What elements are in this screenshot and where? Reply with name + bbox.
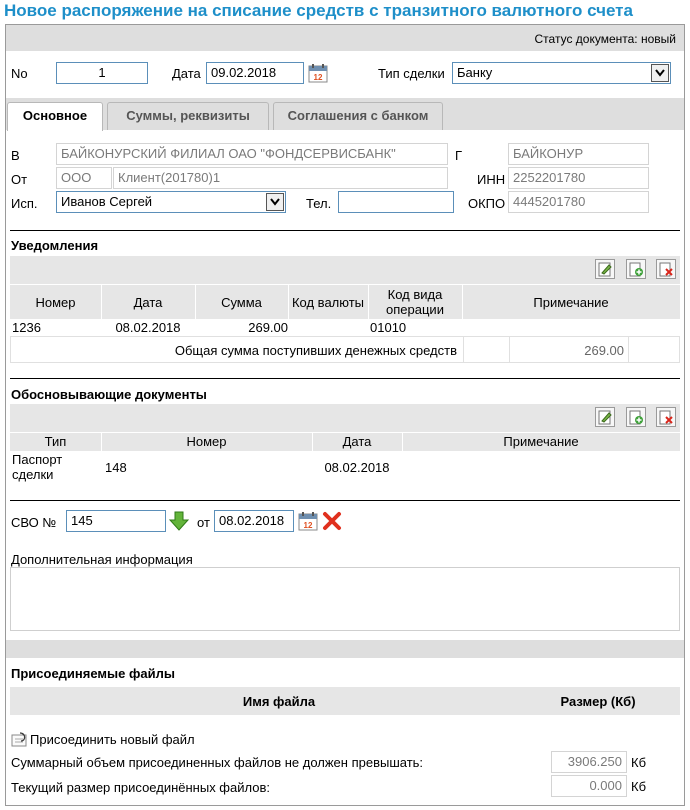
okpo-label: ОКПО [468,196,506,211]
documents-toolbar [10,404,680,432]
tel-input[interactable] [338,191,454,213]
col-number: Номер [35,295,76,310]
svo-from-label: от [197,515,210,530]
page-title: Новое распоряжение на списание средств с… [4,1,633,20]
total-spacer [463,337,509,362]
status-text: Статус документа: новый [534,32,676,46]
client-name-field: Клиент(201780)1 [113,167,448,189]
deal-type-select[interactable]: Банку [452,62,671,84]
arrow-down-icon[interactable] [168,510,190,532]
row-date: 08.02.2018 [115,320,181,335]
col-doc-note: Примечание [503,434,579,449]
notifications-toolbar [10,256,680,284]
current-size-value: 0.000 [551,775,627,797]
row-number: 1236 [12,320,41,335]
files-title: Присоединяемые файлы [11,666,175,681]
executor-select[interactable]: Иванов Сергей [56,191,286,213]
files-header: Имя файла Размер (Кб) [10,687,680,715]
row-op-code: 01010 [370,320,407,335]
additional-info-textarea[interactable] [10,567,680,631]
col-file-size: Размер (Кб) [560,694,636,709]
col-note: Примечание [533,295,609,310]
doc-date: 08.02.2018 [324,460,390,475]
svo-label: СВО № [11,515,57,530]
divider [10,230,680,231]
chevron-down-icon[interactable] [651,64,669,82]
divider [10,378,680,379]
attach-file-link[interactable]: Присоединить новый файл [10,731,240,749]
delete-icon[interactable] [656,407,676,427]
tab-agreements[interactable]: Соглашения с банком [273,102,443,130]
svg-text:12: 12 [304,521,313,530]
totals-row: Общая сумма поступивших денежных средств… [10,336,680,363]
doc-type: Паспорт сделки [12,452,63,482]
bank-label: В [11,148,20,163]
no-label: No [11,66,28,81]
date-label: Дата [172,66,201,81]
table-row[interactable]: 1236 08.02.2018 269.00 01010 [10,319,680,336]
city-field: БАЙКОНУР [508,143,649,165]
deal-type-label: Тип сделки [378,66,445,81]
edit-icon[interactable] [595,407,615,427]
col-currency: Код валюты [291,295,365,310]
current-size-label: Текущий размер присоединённых файлов: [11,780,270,795]
tab-sums[interactable]: Суммы, реквизиты [107,102,269,130]
org-type-field: ООО [56,167,112,189]
divider [10,500,680,501]
date-input[interactable]: 09.02.2018 [206,62,304,84]
col-doc-date: Дата [342,434,372,449]
doc-number-input[interactable]: 1 [56,62,148,84]
deal-type-value: Банку [457,65,493,80]
add-icon[interactable] [626,407,646,427]
tab-main[interactable]: Основное [7,102,103,131]
add-icon[interactable] [626,259,646,279]
executor-label: Исп. [11,196,38,211]
edit-icon[interactable] [595,259,615,279]
notifications-title: Уведомления [11,238,99,253]
inn-field: 2252201780 [508,167,649,189]
col-file-name: Имя файла [242,694,316,709]
col-op-code: Код вида операции [386,287,444,317]
col-type: Тип [44,434,67,449]
limit-label: Суммарный объем присоединенных файлов не… [11,755,424,770]
inn-label: ИНН [477,172,506,187]
limit-unit: Кб [631,755,647,770]
okpo-field: 4445201780 [508,191,649,213]
documents-title: Обосновывающие документы [11,387,207,402]
limit-value: 3906.250 [551,751,627,773]
doc-number: 148 [105,460,127,475]
clear-icon[interactable] [322,511,342,531]
svg-text:12: 12 [314,73,323,82]
executor-value: Иванов Сергей [61,194,153,209]
chevron-down-icon[interactable] [266,193,284,211]
svo-date-input[interactable]: 08.02.2018 [214,510,294,532]
table-row[interactable]: Паспорт сделки 148 08.02.2018 [10,451,680,485]
total-value: 269.00 [509,337,629,362]
tel-label: Тел. [306,196,332,211]
from-label: От [11,172,28,187]
col-doc-number: Номер [186,434,227,449]
col-date: Дата [133,295,163,310]
calendar-icon[interactable]: 12 [298,511,318,531]
col-sum: Сумма [221,295,262,310]
current-unit: Кб [631,779,647,794]
delete-icon[interactable] [656,259,676,279]
svo-number-input[interactable]: 145 [66,510,166,532]
bank-name-field: БАЙКОНУРСКИЙ ФИЛИАЛ ОАО "ФОНДСЕРВИСБАНК" [56,143,448,165]
attach-icon [11,732,29,748]
status-bar: Статус документа: новый [6,25,684,51]
calendar-icon[interactable]: 12 [308,63,328,83]
row-sum: 269.00 [248,320,288,335]
separator-bar [6,640,684,658]
total-label: Общая сумма поступивших денежных средств [174,343,457,358]
city-label: Г [455,148,463,163]
attach-label: Присоединить новый файл [30,732,195,747]
status-value: новый [640,32,676,46]
additional-info-label: Дополнительная информация [11,552,193,567]
